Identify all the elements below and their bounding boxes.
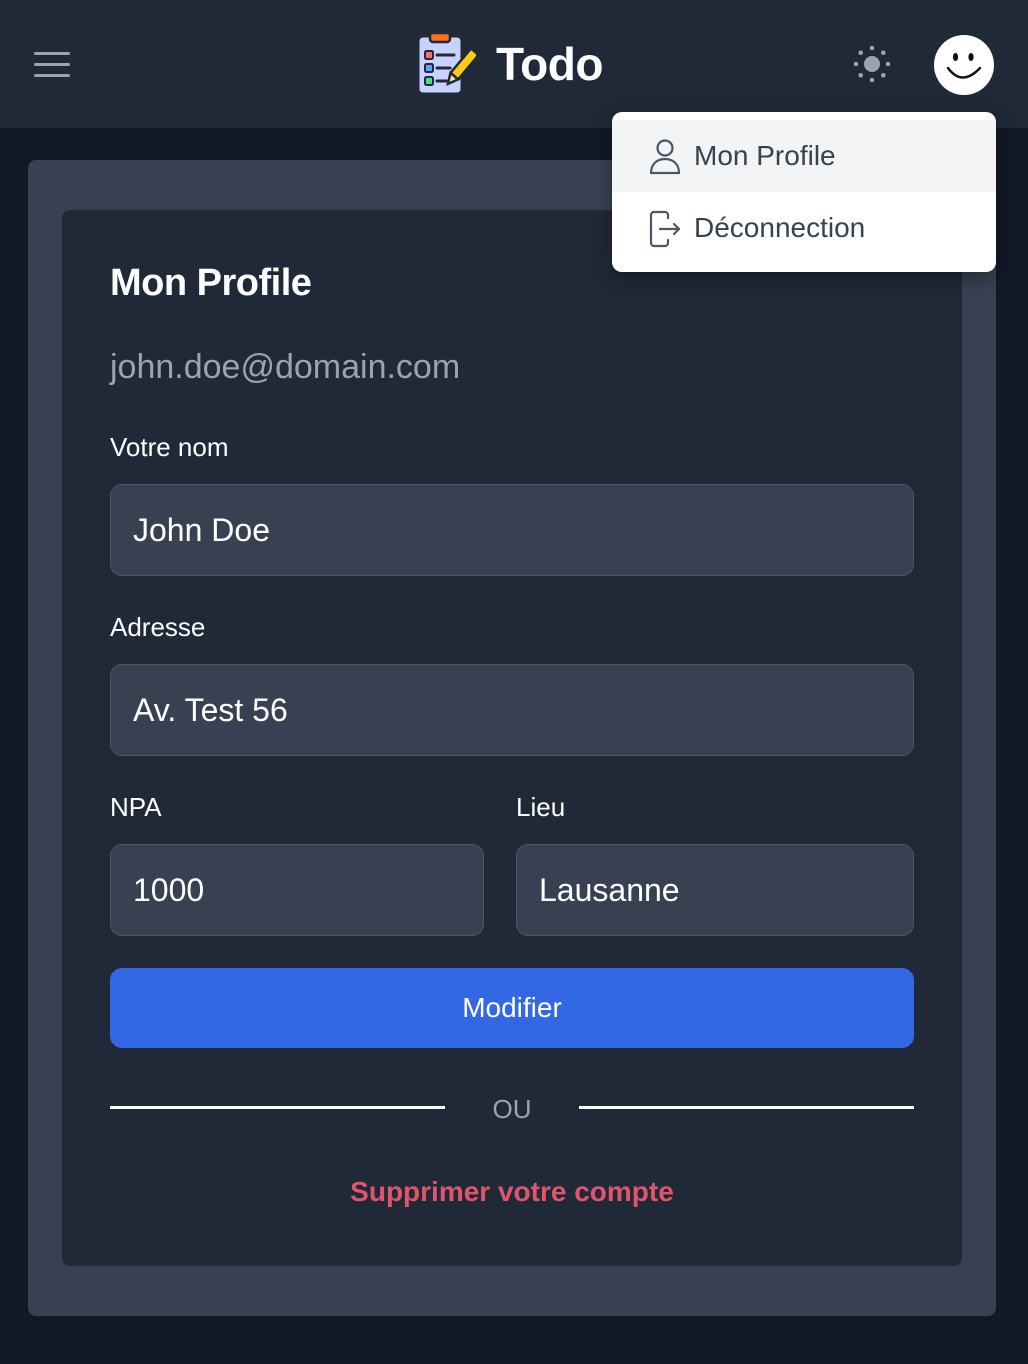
- modify-button[interactable]: Modifier: [110, 968, 914, 1048]
- smiley-avatar-icon: [935, 36, 993, 94]
- address-input[interactable]: [110, 664, 914, 756]
- dropdown-label-logout: Déconnection: [694, 212, 866, 243]
- npa-label: NPA: [110, 792, 162, 822]
- top-navbar: Todo: [0, 0, 1028, 128]
- city-label: Lieu: [516, 792, 566, 822]
- delete-account-link[interactable]: Supprimer votre compte: [110, 1176, 914, 1208]
- page-title: Mon Profile: [110, 262, 312, 304]
- hamburger-menu-icon[interactable]: [30, 46, 74, 82]
- name-input[interactable]: [110, 484, 914, 576]
- logout-icon: [649, 210, 681, 248]
- address-label: Adresse: [110, 612, 206, 642]
- user-avatar[interactable]: [934, 35, 994, 95]
- user-icon: [649, 139, 681, 175]
- divider-text: OU: [492, 1094, 532, 1124]
- divider-right: [579, 1106, 914, 1109]
- dropdown-item-logout[interactable]: Déconnection: [612, 192, 996, 264]
- app-title: Todo: [496, 38, 603, 90]
- sun-icon[interactable]: [852, 44, 892, 84]
- name-label: Votre nom: [110, 432, 229, 462]
- brand[interactable]: Todo: [414, 30, 603, 98]
- todo-checklist-logo-icon: [416, 31, 476, 96]
- npa-input[interactable]: [110, 844, 484, 936]
- divider-left: [110, 1106, 445, 1109]
- dropdown-label-profile: Mon Profile: [694, 140, 836, 171]
- city-input[interactable]: [516, 844, 914, 936]
- dropdown-item-profile[interactable]: Mon Profile: [612, 120, 996, 192]
- user-email: john.doe@domain.com: [110, 348, 461, 386]
- user-dropdown-menu: Mon Profile Déconnection: [612, 112, 996, 272]
